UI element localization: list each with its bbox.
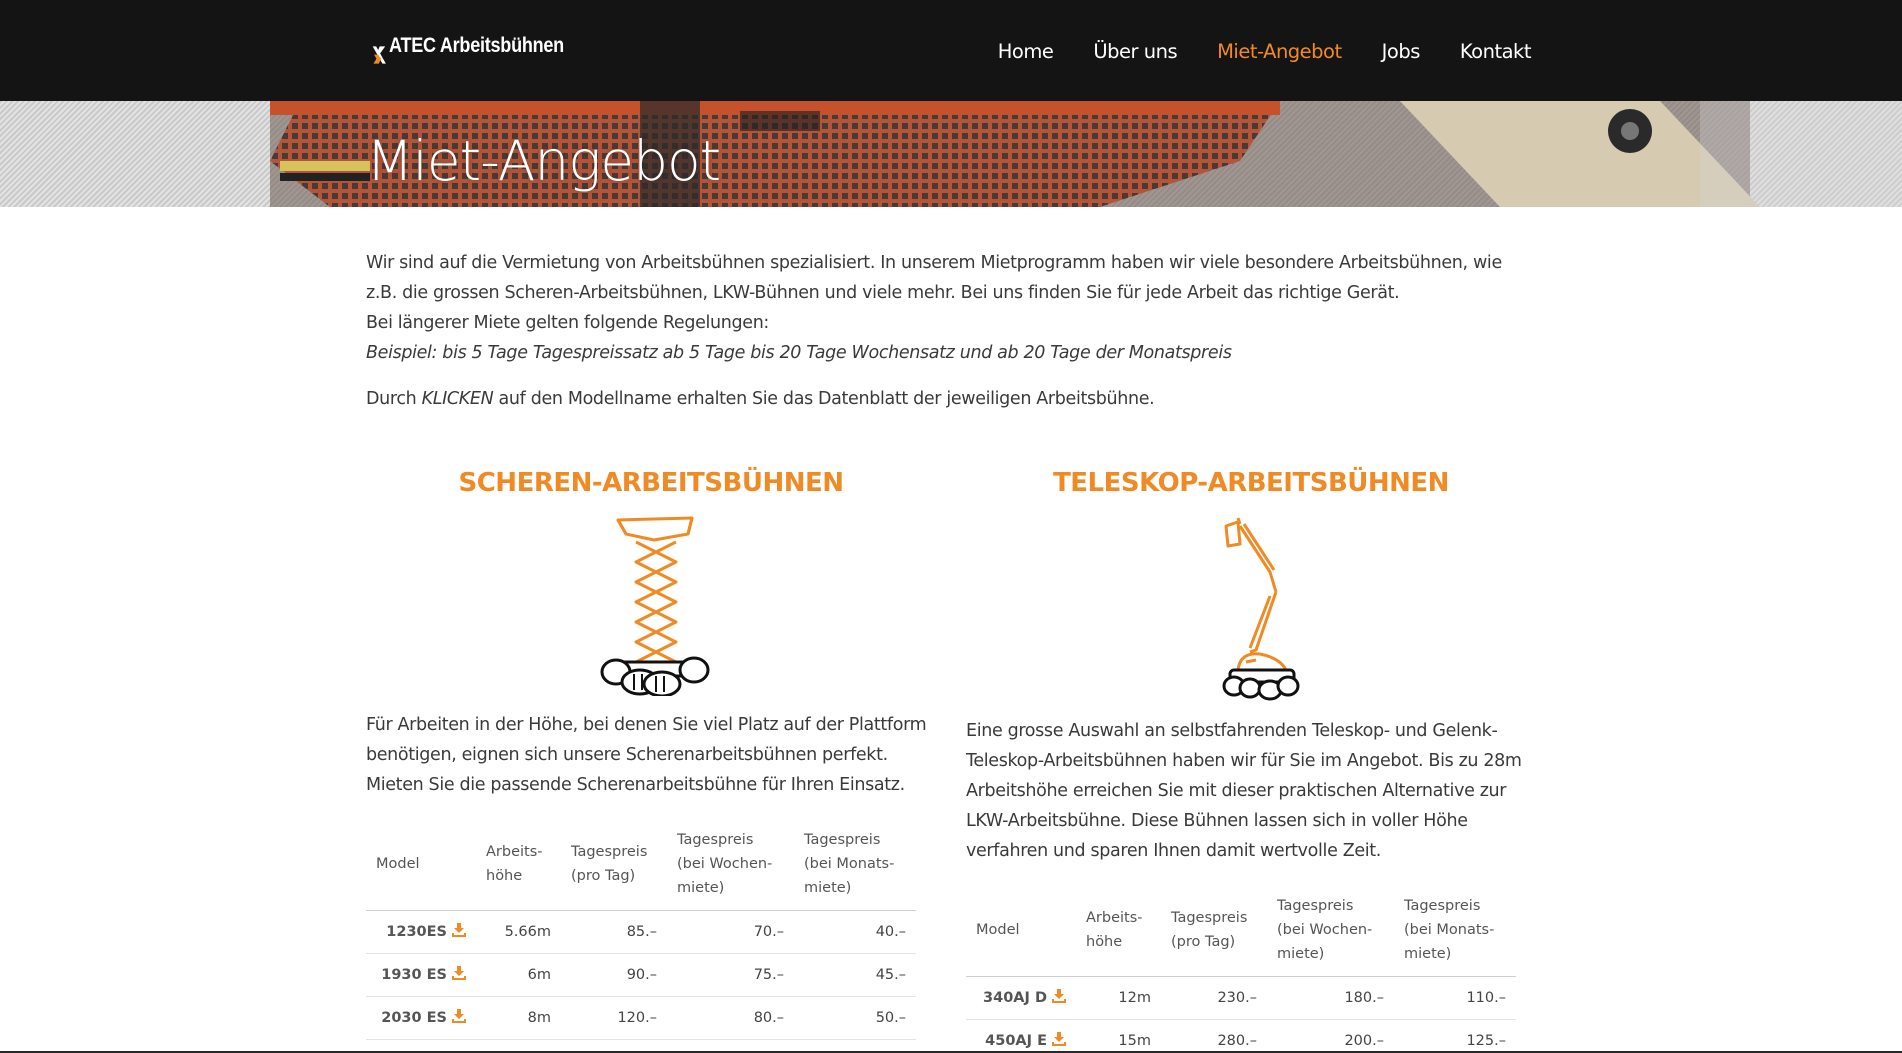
col-model: Model bbox=[966, 888, 1076, 977]
intro-rules: Bei längerer Miete gelten folgende Regel… bbox=[366, 313, 769, 333]
scissor-price-table: Model Arbeits-höhe Tagespreis (pro Tag) T… bbox=[366, 822, 916, 1040]
hero-lift-photo bbox=[270, 101, 1902, 207]
telescope-title: TELESKOP-ARBEITSBÜHNEN bbox=[1053, 468, 1449, 498]
col-day-price: Tagespreis (pro Tag) bbox=[1161, 888, 1267, 977]
click-hint-pre: Durch bbox=[366, 389, 422, 409]
month-price-cell: 50.– bbox=[794, 996, 916, 1040]
telescope-price-table: Model Arbeits-höhe Tagespreis (pro Tag) T… bbox=[966, 888, 1516, 1053]
height-cell: 15m bbox=[1076, 1019, 1161, 1053]
telescopic-lift-illustration bbox=[1222, 517, 1300, 701]
week-price-cell: 75.– bbox=[667, 953, 794, 997]
nav-kontakt[interactable]: Kontakt bbox=[1460, 40, 1532, 63]
intro-example: Beispiel: bis 5 Tage Tagespreissatz ab 5… bbox=[366, 343, 1232, 363]
intro-paragraph: Wir sind auf die Vermietung von Arbeitsb… bbox=[366, 253, 1502, 303]
height-cell: 12m bbox=[1076, 976, 1161, 1020]
height-cell: 5.66m bbox=[476, 910, 561, 954]
model-link[interactable]: 1930 ES bbox=[366, 953, 476, 997]
download-icon[interactable] bbox=[452, 1009, 466, 1027]
atec-logo-icon bbox=[372, 46, 386, 64]
table-header-row: Model Arbeits-höhe Tagespreis (pro Tag) T… bbox=[366, 822, 916, 911]
intro-click-hint: Durch KLICKEN auf den Modellname erhalte… bbox=[366, 384, 1536, 414]
day-price-cell: 120.– bbox=[561, 996, 667, 1040]
main-nav: Home Über uns Miet-Angebot Jobs Kontakt bbox=[958, 40, 1532, 63]
week-price-cell: 80.– bbox=[667, 996, 794, 1040]
table-header-row: Model Arbeits-höhe Tagespreis (pro Tag) T… bbox=[966, 888, 1516, 977]
nav-jobs[interactable]: Jobs bbox=[1382, 40, 1421, 63]
month-price-cell: 45.– bbox=[794, 953, 916, 997]
day-price-cell: 280.– bbox=[1161, 1019, 1267, 1053]
hero-banner: Miet-Angebot bbox=[0, 101, 1902, 207]
col-month-price: Tagespreis (bei Monats-miete) bbox=[794, 822, 916, 911]
col-model: Model bbox=[366, 822, 476, 911]
col-week-price: Tagespreis (bei Wochen-miete) bbox=[1267, 888, 1394, 977]
col-day-price: Tagespreis (pro Tag) bbox=[561, 822, 667, 911]
scissor-description: Für Arbeiten in der Höhe, bei denen Sie … bbox=[366, 715, 927, 795]
month-price-cell: 110.– bbox=[1394, 976, 1516, 1020]
day-price-cell: 85.– bbox=[561, 910, 667, 954]
height-cell: 6m bbox=[476, 953, 561, 997]
section-telescopic-lifts: TELESKOP-ARBEITSBÜHNEN Eine grosse Auswa… bbox=[966, 468, 1546, 1053]
scissor-title: SCHEREN-ARBEITSBÜHNEN bbox=[458, 468, 844, 498]
col-week-price: Tagespreis (bei Wochen-miete) bbox=[667, 822, 794, 911]
table-row: 450AJ E 15m 280.– 200.– 125.– bbox=[966, 1019, 1516, 1053]
height-cell: 8m bbox=[476, 996, 561, 1040]
nav-miet-angebot[interactable]: Miet-Angebot bbox=[1217, 40, 1342, 63]
site-logo[interactable]: ATEC Arbeitsbühnen bbox=[372, 28, 592, 82]
month-price-cell: 40.– bbox=[794, 910, 916, 954]
download-icon[interactable] bbox=[1052, 1032, 1066, 1050]
download-icon[interactable] bbox=[452, 966, 466, 984]
site-header: ATEC Arbeitsbühnen Home Über uns Miet-An… bbox=[0, 0, 1902, 101]
table-row: 340AJ D 12m 230.– 180.– 110.– bbox=[966, 976, 1516, 1020]
week-price-cell: 200.– bbox=[1267, 1019, 1394, 1053]
table-row: 1930 ES 6m 90.– 75.– 45.– bbox=[366, 953, 916, 997]
model-link[interactable]: 1230ES bbox=[366, 910, 476, 954]
nav-home[interactable]: Home bbox=[998, 40, 1054, 63]
month-price-cell: 125.– bbox=[1394, 1019, 1516, 1053]
scissor-lift-illustration bbox=[600, 516, 710, 696]
telescope-description: Eine grosse Auswahl an selbstfahrenden T… bbox=[966, 721, 1522, 861]
model-link[interactable]: 450AJ E bbox=[966, 1019, 1076, 1053]
click-hint-emphasis: KLICKEN bbox=[421, 389, 494, 409]
download-icon[interactable] bbox=[1052, 989, 1066, 1007]
page-title: Miet-Angebot bbox=[366, 129, 721, 193]
model-link[interactable]: 2030 ES bbox=[366, 996, 476, 1040]
model-link[interactable]: 340AJ D bbox=[966, 976, 1076, 1020]
col-height: Arbeits-höhe bbox=[476, 822, 561, 911]
table-row: 2030 ES 8m 120.– 80.– 50.– bbox=[366, 996, 916, 1040]
nav-ueber-uns[interactable]: Über uns bbox=[1093, 40, 1177, 63]
week-price-cell: 180.– bbox=[1267, 976, 1394, 1020]
week-price-cell: 70.– bbox=[667, 910, 794, 954]
col-month-price: Tagespreis (bei Monats-miete) bbox=[1394, 888, 1516, 977]
section-scissor-lifts: SCHEREN-ARBEITSBÜHNEN Für Arbeiten in de… bbox=[366, 468, 946, 1040]
download-icon[interactable] bbox=[452, 923, 466, 941]
logo-text: ATEC Arbeitsbühnen bbox=[388, 34, 564, 57]
click-hint-post: auf den Modellname erhalten Sie das Date… bbox=[493, 389, 1155, 409]
day-price-cell: 230.– bbox=[1161, 976, 1267, 1020]
col-height: Arbeits-höhe bbox=[1076, 888, 1161, 977]
day-price-cell: 90.– bbox=[561, 953, 667, 997]
table-row: 1230ES 5.66m 85.– 70.– 40.– bbox=[366, 910, 916, 954]
intro-text: Wir sind auf die Vermietung von Arbeitsb… bbox=[366, 248, 1536, 414]
